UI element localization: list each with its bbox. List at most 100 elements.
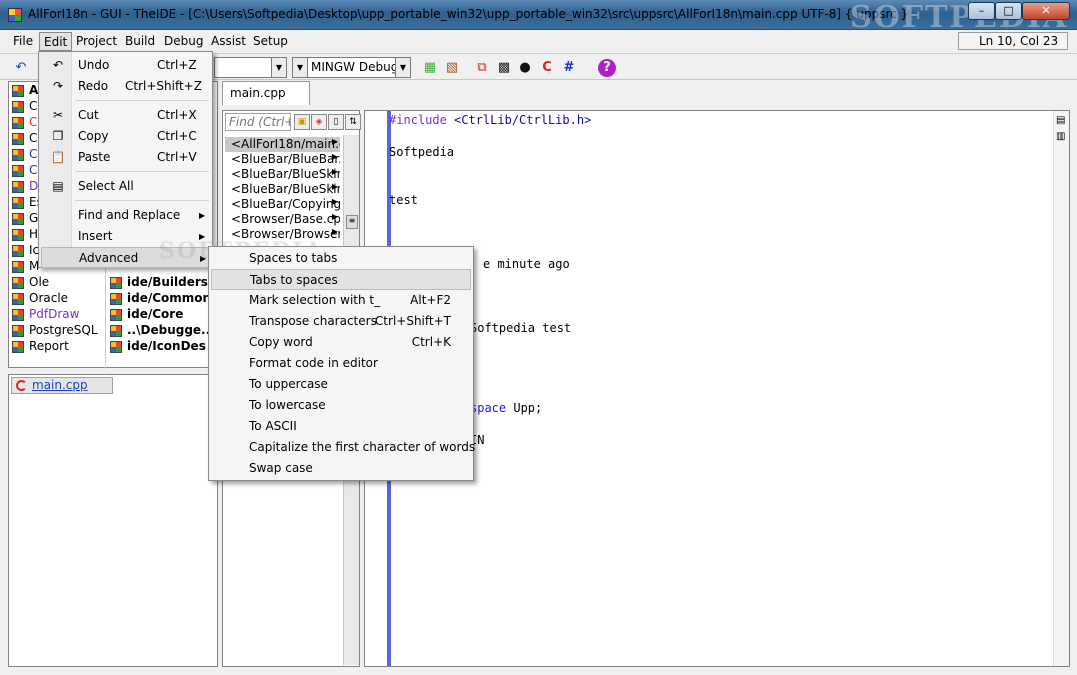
file-list-label: <Browser/Base.cpp [231, 212, 340, 226]
package-icon [110, 293, 122, 305]
advanced-menu-item[interactable]: Spaces to tabs [211, 248, 471, 269]
package-item[interactable]: G [9, 211, 38, 227]
build-method-select[interactable]: ▼ [214, 57, 287, 78]
package-label: C [29, 147, 38, 161]
grid-icon[interactable]: ▩ [494, 58, 514, 78]
package-item[interactable]: C [9, 115, 37, 131]
package-item[interactable]: C [9, 147, 37, 163]
edit-menu-item[interactable]: ↶ Undo Ctrl+Z [41, 55, 210, 76]
window-title: AllForI18n - GUI - TheIDE - [C:\Users\So… [28, 7, 909, 21]
find-input[interactable]: Find (Ctrl+ [225, 113, 291, 131]
package-item[interactable]: D [9, 179, 38, 195]
advanced-menu-item[interactable]: Format code in editor [211, 353, 471, 374]
package-item[interactable]: H [9, 227, 38, 243]
menu-file[interactable]: File [9, 32, 37, 51]
c-file-icon[interactable]: C [537, 58, 557, 78]
code-line: Softpedia [389, 145, 455, 159]
menu-debug[interactable]: Debug [160, 32, 207, 51]
menu-item-shortcut: Ctrl+Z [157, 58, 197, 72]
package-item[interactable]: ide/Core [107, 307, 183, 323]
package-label: C [29, 163, 38, 177]
menu-setup[interactable]: Setup [249, 32, 292, 51]
package-item[interactable]: C [9, 131, 37, 147]
undo-icon[interactable]: ↶ [11, 58, 31, 78]
package-item[interactable]: PostgreSQL [9, 323, 98, 339]
file-list-item[interactable]: <BlueBar/BlueBar.l ▶ [225, 152, 340, 167]
editor-scrollbar[interactable]: ▤ ▥ [1053, 111, 1069, 666]
split-icon[interactable]: ▤ [1056, 115, 1065, 126]
title-bar[interactable]: AllForI18n - GUI - TheIDE - [C:\Users\So… [0, 0, 1077, 35]
package-icon [110, 325, 122, 337]
advanced-menu-item[interactable]: To uppercase [211, 374, 471, 395]
advanced-menu-item[interactable]: To ASCII [211, 416, 471, 437]
windows-icon[interactable]: ⧉ [472, 58, 492, 78]
package-item[interactable]: C [9, 163, 37, 179]
hash-icon[interactable]: # [559, 58, 579, 78]
menu-item-label: Paste [78, 150, 111, 164]
advanced-menu-item[interactable]: Copy word Ctrl+K [211, 332, 471, 353]
package-icon [110, 309, 122, 321]
redo-icon: ↷ [52, 79, 64, 93]
package-item[interactable]: M [9, 259, 39, 275]
edit-menu-item[interactable]: 📋 Paste Ctrl+V [41, 147, 210, 168]
chevron-right-icon: ▶ [331, 197, 338, 206]
sort-icon[interactable]: ⇅ [345, 114, 361, 130]
menu-build[interactable]: Build [121, 32, 159, 51]
minimize-button[interactable]: – [968, 2, 995, 20]
file-list-item[interactable]: <AllForI18n/main.c ▶ [225, 137, 340, 152]
edit-menu-item[interactable]: ▤ Select All [41, 176, 210, 197]
rebuild-icon[interactable]: ▧ [442, 58, 462, 78]
undo-icon: ↶ [52, 58, 64, 72]
help-icon[interactable]: ? [598, 59, 616, 77]
tab-main-cpp[interactable]: main.cpp [222, 81, 310, 105]
file-list-label: <BlueBar/Copying [231, 197, 340, 211]
menu-item-shortcut: Ctrl+K [411, 335, 451, 349]
split-icon[interactable]: ▥ [1056, 131, 1065, 142]
edit-menu-item[interactable]: ❐ Copy Ctrl+C [41, 126, 210, 147]
package-item[interactable]: A [9, 83, 38, 99]
close-button[interactable]: ✕ [1022, 2, 1070, 20]
menu-project[interactable]: Project [72, 32, 121, 51]
package-item[interactable]: Ic [9, 243, 39, 259]
edit-menu-item[interactable]: ↷ Redo Ctrl+Shift+Z [41, 76, 210, 97]
menu-assist[interactable]: Assist [207, 32, 250, 51]
advanced-menu-item[interactable]: Swap case [211, 458, 471, 479]
package-item[interactable]: Oracle [9, 291, 68, 307]
file-tab-main[interactable]: main.cpp [11, 377, 113, 394]
file-list-item[interactable]: <BlueBar/BlueSkin ▶ [225, 182, 340, 197]
menu-bar: File Edit Project Build Debug Assist Set… [0, 30, 1077, 52]
edit-menu-item[interactable]: ✂ Cut Ctrl+X [41, 105, 210, 126]
advanced-menu-item[interactable]: Tabs to spaces [211, 269, 471, 290]
package-item[interactable]: ide/Common [107, 291, 211, 307]
package-label: ide/Core [127, 307, 184, 321]
package-item[interactable]: ..\Debugge... [107, 323, 215, 339]
folder-icon[interactable]: ▣ [294, 114, 310, 130]
menu-edit[interactable]: Edit [39, 32, 73, 51]
advanced-menu-item[interactable]: Transpose characters Ctrl+Shift+T [211, 311, 471, 332]
package-label: PostgreSQL [29, 323, 98, 337]
package-item[interactable]: ide/Builders [107, 275, 208, 291]
build-icon[interactable]: ▦ [420, 58, 440, 78]
file-list-item[interactable]: <BlueBar/Copying ▶ [225, 197, 340, 212]
maximize-button[interactable]: □ [995, 2, 1022, 20]
menu-separator [75, 200, 209, 201]
build-config-select[interactable]: ▼ MINGW Debug ▼ [292, 57, 411, 78]
bomb-icon[interactable]: ● [515, 58, 535, 78]
package-item[interactable]: C [9, 99, 37, 115]
package-item[interactable]: Ole [9, 275, 49, 291]
document-icon[interactable]: ▯ [328, 114, 344, 130]
code-line: test [389, 193, 418, 207]
advanced-menu-item[interactable]: Mark selection with t_ Alt+F2 [211, 290, 471, 311]
package-item[interactable]: PdfDraw [9, 307, 79, 323]
chevron-right-icon: ▶ [331, 167, 338, 176]
edit-menu-item[interactable]: Find and Replace ▶ [41, 205, 210, 226]
advanced-menu-item[interactable]: To lowercase [211, 395, 471, 416]
file-list-item[interactable]: <Browser/Base.cpp ▶ [225, 212, 340, 227]
package-item[interactable]: ide/IconDes [107, 339, 206, 355]
menu-item-shortcut: Ctrl+C [157, 129, 197, 143]
scroll-thumb[interactable]: ≡ [346, 215, 358, 229]
advanced-menu-item[interactable]: Capitalize the first character of words [211, 437, 475, 458]
package-icon[interactable]: ◈ [311, 114, 327, 130]
package-item[interactable]: Report [9, 339, 69, 355]
file-list-item[interactable]: <BlueBar/BlueSkin ▶ [225, 167, 340, 182]
